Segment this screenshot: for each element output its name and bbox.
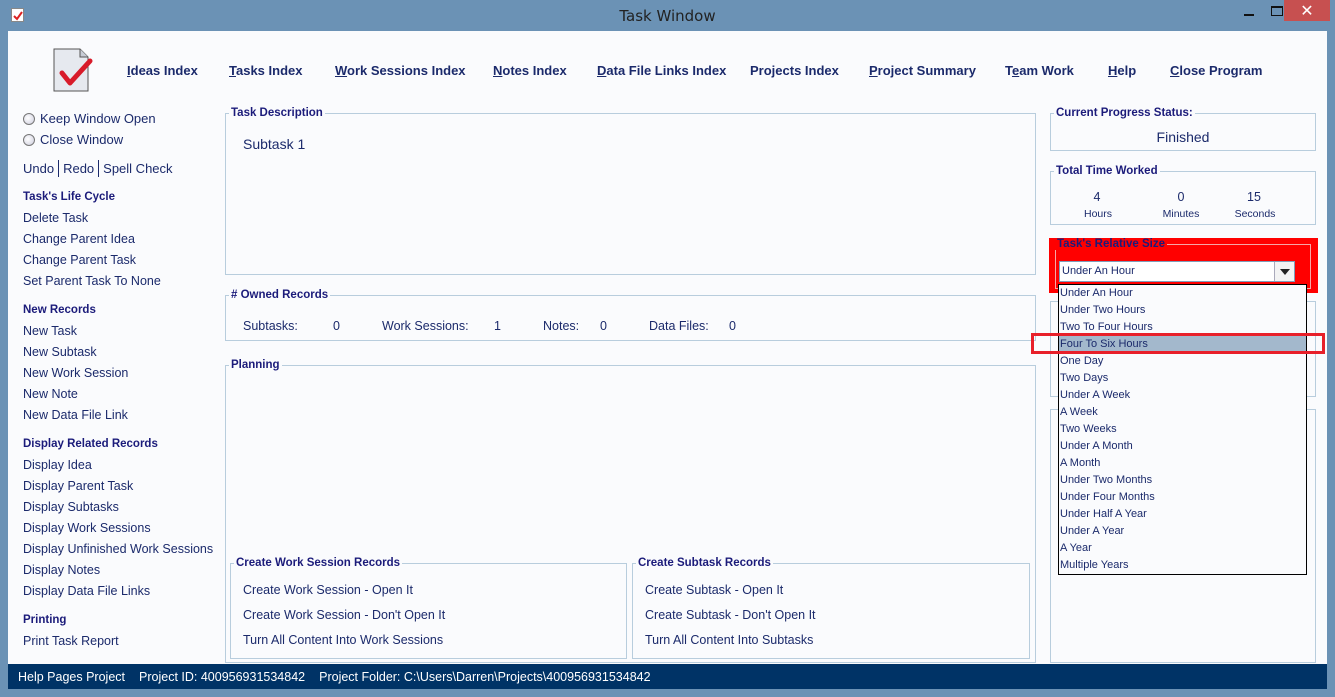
minimize-button[interactable] <box>1235 0 1263 21</box>
owned-notes-value: 0 <box>600 319 607 333</box>
divider <box>58 160 60 177</box>
task-window: Task Window ✕ Ideas Index Tasks Index Wo… <box>0 0 1335 697</box>
size-option[interactable]: A Year <box>1059 540 1306 557</box>
highlighted-option-callout <box>1031 333 1325 354</box>
section-heading-printing: Printing <box>23 614 67 626</box>
close-window-radio[interactable]: Close Window <box>23 132 123 147</box>
new-note-link[interactable]: New Note <box>23 387 78 401</box>
size-option[interactable]: Under A Month <box>1059 438 1306 455</box>
display-parent-task-link[interactable]: Display Parent Task <box>23 479 133 493</box>
edit-actions: Undo Redo Spell Check <box>23 160 173 177</box>
section-heading-display-related: Display Related Records <box>23 438 158 450</box>
display-idea-link[interactable]: Display Idea <box>23 458 92 472</box>
radio-button-icon <box>23 112 35 125</box>
owned-subtasks-value: 0 <box>333 319 340 333</box>
new-subtask-link[interactable]: New Subtask <box>23 345 97 359</box>
nav-ideas-index[interactable]: Ideas Index <box>127 63 198 78</box>
close-icon: ✕ <box>1300 2 1314 20</box>
relative-size-legend: Task's Relative Size <box>1055 238 1167 250</box>
keep-window-open-radio[interactable]: Keep Window Open <box>23 111 156 126</box>
nav-projects-index[interactable]: Projects Index <box>750 63 839 78</box>
redo-button[interactable]: Redo <box>63 161 94 177</box>
title-bar[interactable]: Task Window ✕ <box>0 0 1335 31</box>
size-option[interactable]: Two Weeks <box>1059 421 1306 438</box>
owned-data-files-label: Data Files: <box>649 319 709 333</box>
owned-records-group: # Owned Records <box>225 289 1036 341</box>
hours-label: Hours <box>1083 208 1112 220</box>
owned-subtasks-label: Subtasks: <box>243 319 298 333</box>
dropdown-arrow-icon[interactable] <box>1274 262 1294 281</box>
create-work-session-open-link[interactable]: Create Work Session - Open It <box>243 583 413 597</box>
project-id: Project ID: 400956931534842 <box>139 669 306 684</box>
change-parent-idea-link[interactable]: Change Parent Idea <box>23 232 135 246</box>
seconds-value: 15 <box>1247 190 1261 204</box>
display-unfinished-work-sessions-link[interactable]: Display Unfinished Work Sessions <box>23 542 213 556</box>
size-option[interactable]: Under An Hour <box>1059 285 1306 302</box>
display-work-sessions-link[interactable]: Display Work Sessions <box>23 521 151 535</box>
owned-notes-label: Notes: <box>543 319 580 333</box>
window-title: Task Window <box>619 7 716 25</box>
size-option[interactable]: Under Two Months <box>1059 472 1306 489</box>
maximize-icon <box>1271 5 1283 16</box>
section-heading-new-records: New Records <box>23 304 96 316</box>
spell-check-button[interactable]: Spell Check <box>103 161 172 177</box>
owned-work-sessions-value: 1 <box>494 319 501 333</box>
size-option[interactable]: A Month <box>1059 455 1306 472</box>
turn-content-into-subtasks-link[interactable]: Turn All Content Into Subtasks <box>645 633 813 647</box>
size-option[interactable]: Under A Year <box>1059 523 1306 540</box>
size-option[interactable]: A Week <box>1059 404 1306 421</box>
progress-status-value: Finished <box>1156 129 1210 145</box>
section-heading-life-cycle: Task's Life Cycle <box>23 191 116 203</box>
nav-data-file-links-index[interactable]: Data File Links Index <box>597 63 726 78</box>
nav-team-work[interactable]: Team Work <box>1005 63 1074 78</box>
nav-help[interactable]: Help <box>1108 63 1136 78</box>
display-notes-link[interactable]: Display Notes <box>23 563 100 577</box>
size-option[interactable]: Under Four Months <box>1059 489 1306 506</box>
display-data-file-links-link[interactable]: Display Data File Links <box>23 584 150 598</box>
undo-button[interactable]: Undo <box>23 161 54 177</box>
nav-work-sessions-index[interactable]: Work Sessions Index <box>335 63 466 78</box>
size-option[interactable]: Two Days <box>1059 370 1306 387</box>
nav-close-program[interactable]: Close Program <box>1170 63 1262 78</box>
size-option[interactable]: Under A Week <box>1059 387 1306 404</box>
new-data-file-link-link[interactable]: New Data File Link <box>23 408 128 422</box>
display-subtasks-link[interactable]: Display Subtasks <box>23 500 119 514</box>
client-area: Ideas Index Tasks Index Work Sessions In… <box>8 31 1327 689</box>
relative-size-dropdown-list[interactable]: Under An Hour Under Two Hours Two To Fou… <box>1058 284 1307 575</box>
divider <box>98 160 100 177</box>
relative-size-combobox[interactable]: Under An Hour <box>1059 261 1295 282</box>
project-folder: Project Folder: C:\Users\Darren\Projects… <box>319 669 651 684</box>
create-subtask-open-link[interactable]: Create Subtask - Open It <box>645 583 783 597</box>
minutes-label: Minutes <box>1162 208 1200 220</box>
set-parent-task-none-link[interactable]: Set Parent Task To None <box>23 274 161 288</box>
size-option[interactable]: Under Two Hours <box>1059 302 1306 319</box>
turn-content-into-work-sessions-link[interactable]: Turn All Content Into Work Sessions <box>243 633 443 647</box>
size-option[interactable]: Under Half A Year <box>1059 506 1306 523</box>
task-description-text[interactable]: Subtask 1 <box>243 136 305 152</box>
nav-notes-index[interactable]: Notes Index <box>493 63 567 78</box>
task-logo-icon <box>50 47 96 93</box>
nav-tasks-index[interactable]: Tasks Index <box>229 63 302 78</box>
project-name: Help Pages Project <box>18 669 126 684</box>
owned-work-sessions-label: Work Sessions: <box>382 319 469 333</box>
radio-button-icon <box>23 133 35 146</box>
create-subtask-dont-open-link[interactable]: Create Subtask - Don't Open It <box>645 608 816 622</box>
minimize-icon <box>1244 13 1254 16</box>
size-option[interactable]: One Day <box>1059 353 1306 370</box>
create-work-session-dont-open-link[interactable]: Create Work Session - Don't Open It <box>243 608 445 622</box>
delete-task-link[interactable]: Delete Task <box>23 211 88 225</box>
new-task-link[interactable]: New Task <box>23 324 77 338</box>
hours-value: 4 <box>1093 190 1101 204</box>
seconds-label: Seconds <box>1234 208 1276 220</box>
change-parent-task-link[interactable]: Change Parent Task <box>23 253 136 267</box>
print-task-report-link[interactable]: Print Task Report <box>23 634 119 648</box>
owned-data-files-value: 0 <box>729 319 736 333</box>
close-button[interactable]: ✕ <box>1284 0 1330 21</box>
minutes-value: 0 <box>1177 190 1185 204</box>
size-option[interactable]: Multiple Years <box>1059 557 1306 574</box>
nav-project-summary[interactable]: Project Summary <box>869 63 976 78</box>
status-bar: Help Pages Project Project ID: 400956931… <box>8 664 1327 689</box>
task-description-group: Task Description <box>225 107 1036 275</box>
new-work-session-link[interactable]: New Work Session <box>23 366 128 380</box>
